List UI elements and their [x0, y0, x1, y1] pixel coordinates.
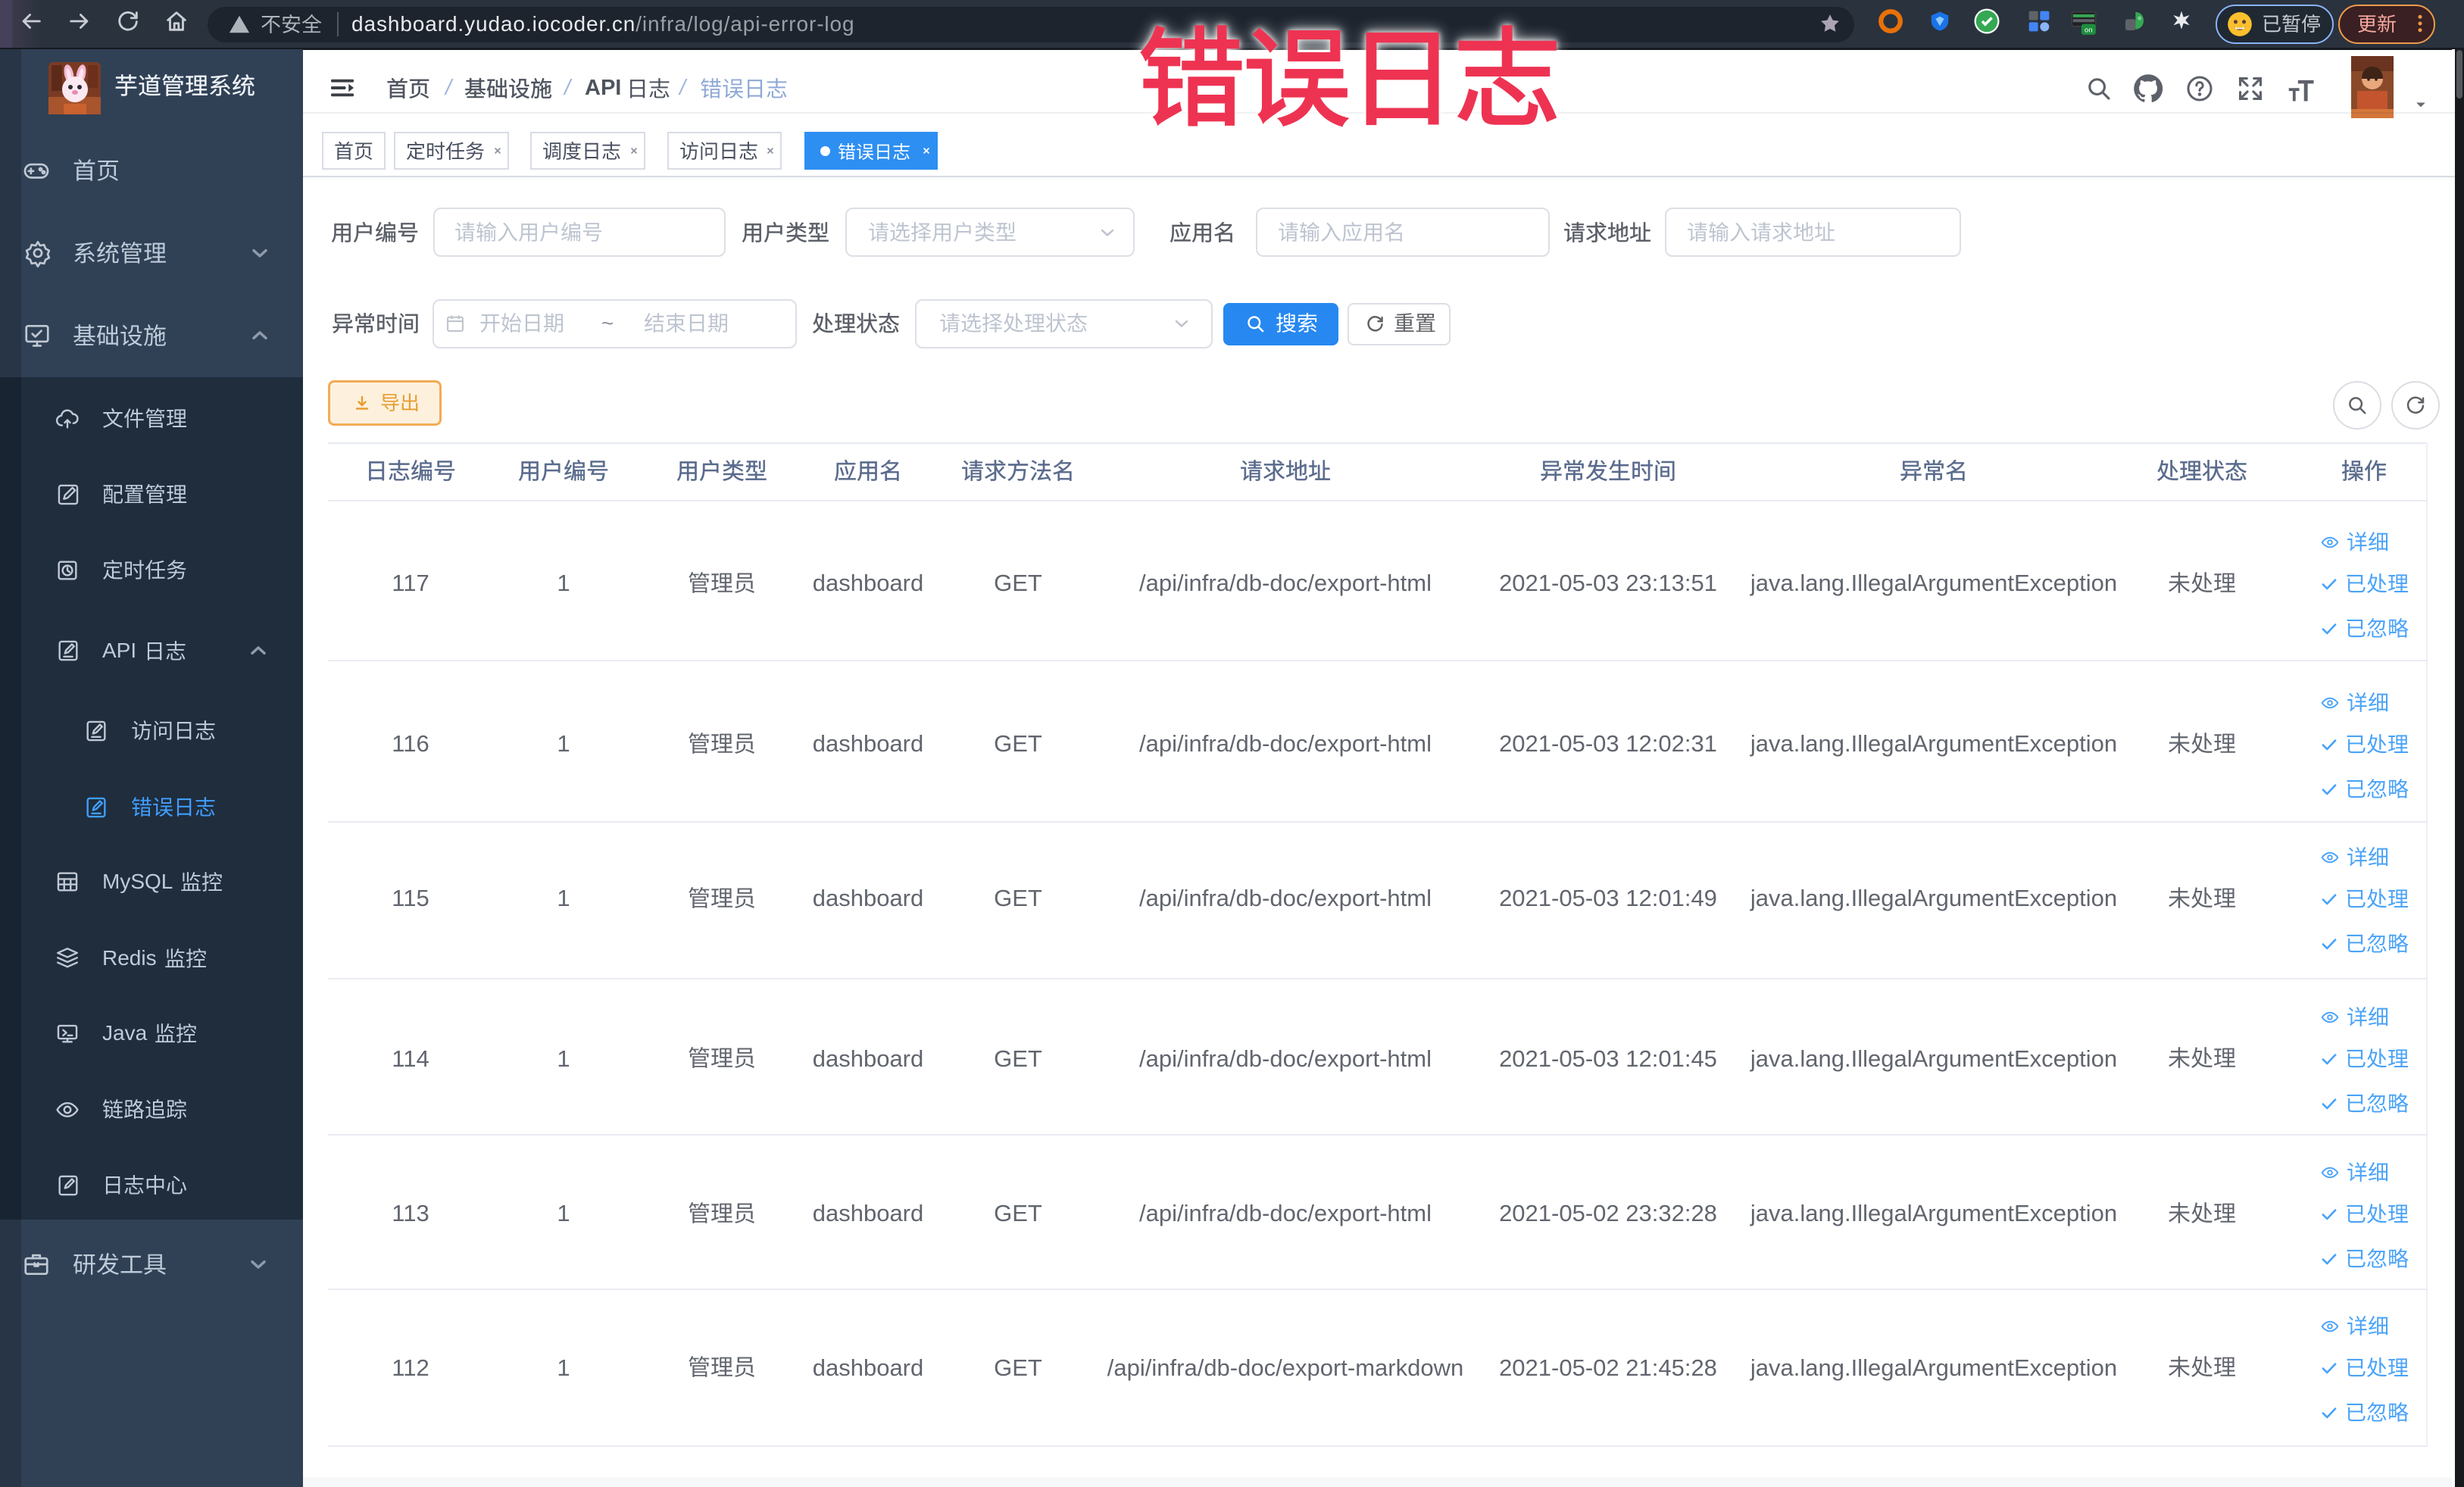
svg-text:on: on — [2085, 27, 2093, 35]
